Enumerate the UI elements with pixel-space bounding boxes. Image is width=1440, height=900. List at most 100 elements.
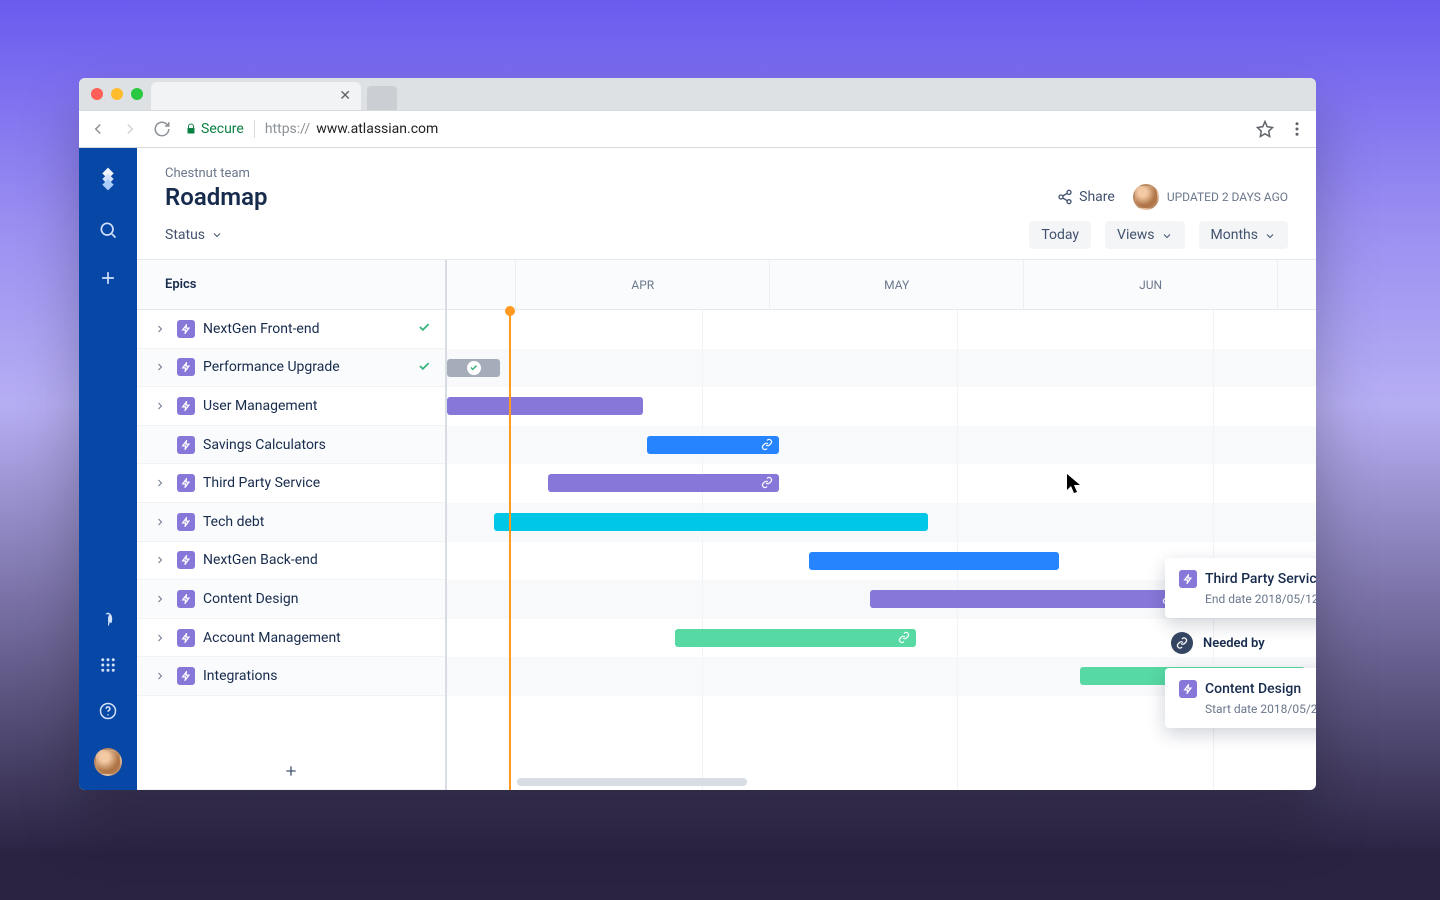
month-column [1278,260,1316,309]
epic-name: Account Management [203,630,431,646]
secure-indicator: Secure [185,121,244,137]
profile-avatar[interactable] [94,748,122,776]
expand-toggle[interactable] [151,323,169,335]
lock-icon [185,123,197,135]
search-icon[interactable] [98,220,118,240]
address-bar: Secure https:// www.atlassian.com [79,110,1316,148]
chevron-down-icon [211,229,223,241]
epic-name: NextGen Front-end [203,321,409,337]
epic-row[interactable]: Integrations [137,657,445,696]
page-header: Chestnut team Roadmap Share UPDATED 2 DA… [137,148,1316,259]
expand-toggle[interactable] [151,477,169,489]
expand-toggle[interactable] [151,400,169,412]
expand-toggle[interactable] [151,516,169,528]
epic-row[interactable]: NextGen Back-end [137,542,445,581]
maximize-window-icon[interactable] [131,88,143,100]
status-filter[interactable]: Status [165,227,223,243]
epic-icon [177,397,195,415]
forward-icon[interactable] [121,120,139,138]
epic-icon [177,320,195,338]
browser-tab[interactable]: ✕ [151,82,361,110]
updated-label: UPDATED 2 DAYS AGO [1167,190,1288,204]
link-icon [761,435,773,454]
dependency-item-target[interactable]: Content Design Start date 2018/05/20 [1165,668,1316,728]
timeline[interactable]: APRMAYJUN [447,260,1316,790]
close-window-icon[interactable] [91,88,103,100]
timeline-bar[interactable] [494,513,928,531]
link-icon [761,474,773,493]
relation-label: Needed by [1203,636,1265,651]
horizontal-scrollbar[interactable] [517,778,747,786]
timeline-bar[interactable] [447,397,643,415]
epic-row[interactable]: NextGen Front-end [137,310,445,349]
url-box[interactable]: Secure https:// www.atlassian.com [185,120,1242,138]
timeline-body: Third Party Service End date 2018/05/12 … [447,310,1316,790]
timeline-header: APRMAYJUN [447,260,1316,310]
epic-row[interactable]: Account Management [137,619,445,658]
help-icon[interactable] [99,702,117,720]
rocket-icon[interactable] [99,610,117,628]
epic-row[interactable]: Savings Calculators [137,426,445,465]
epic-row[interactable]: User Management [137,387,445,426]
epic-row[interactable]: Content Design [137,580,445,619]
timeline-bar[interactable] [809,552,1059,570]
epic-row[interactable]: Performance Upgrade [137,349,445,388]
timeline-bar[interactable] [870,590,1180,608]
reload-icon[interactable] [153,120,171,138]
minimize-window-icon[interactable] [111,88,123,100]
bookmark-star-icon[interactable] [1256,120,1274,138]
share-icon [1057,189,1073,205]
share-button[interactable]: Share [1057,189,1115,205]
epic-row[interactable]: Third Party Service [137,464,445,503]
updater-avatar[interactable] [1133,184,1159,210]
done-check-icon [417,358,431,377]
link-icon [1171,632,1193,654]
dependency-item-source[interactable]: Third Party Service End date 2018/05/12 [1165,558,1316,618]
close-tab-icon[interactable]: ✕ [339,88,351,104]
expand-toggle[interactable] [151,670,169,682]
status-label: Status [165,227,205,243]
jira-logo-icon[interactable] [95,166,121,192]
timeline-bar[interactable] [548,474,779,492]
timescale-dropdown[interactable]: Months [1199,221,1288,249]
popover-src-name: Third Party Service [1205,571,1316,587]
secure-label: Secure [201,121,244,137]
expand-toggle[interactable] [151,554,169,566]
url-protocol: https:// [265,121,310,137]
epic-row[interactable]: Tech debt [137,503,445,542]
timeline-row [447,387,1316,426]
browser-more-icon[interactable] [1288,120,1306,138]
timeline-bar[interactable] [647,436,779,454]
expand-toggle[interactable] [151,361,169,373]
views-dropdown[interactable]: Views [1105,221,1185,249]
epic-name: Content Design [203,591,431,607]
epic-icon [177,358,195,376]
app: Chestnut team Roadmap Share UPDATED 2 DA… [79,148,1316,790]
expand-toggle[interactable] [151,593,169,605]
back-icon[interactable] [89,120,107,138]
add-epic-button[interactable] [137,752,445,790]
page-title: Roadmap [165,183,267,211]
app-switcher-icon[interactable] [99,656,117,674]
tab-strip: ✕ [79,78,1316,110]
epic-icon [177,474,195,492]
today-button[interactable]: Today [1029,221,1091,249]
timeline-row [447,503,1316,542]
done-check-icon [417,319,431,338]
epic-icon [177,436,195,454]
month-column: APR [516,260,770,309]
create-icon[interactable] [98,268,118,288]
timeline-row [447,426,1316,465]
epic-name: NextGen Back-end [203,552,431,568]
month-column [447,260,516,309]
nav-rail [79,148,137,790]
timeline-bar[interactable] [675,629,916,647]
epic-name: Performance Upgrade [203,359,409,375]
url-host: www.atlassian.com [316,121,438,137]
new-tab-button[interactable] [367,86,397,110]
expand-toggle[interactable] [151,632,169,644]
link-icon [898,628,910,647]
window-controls [87,78,151,110]
breadcrumb[interactable]: Chestnut team [165,166,1288,181]
timeline-bar[interactable] [447,359,500,377]
